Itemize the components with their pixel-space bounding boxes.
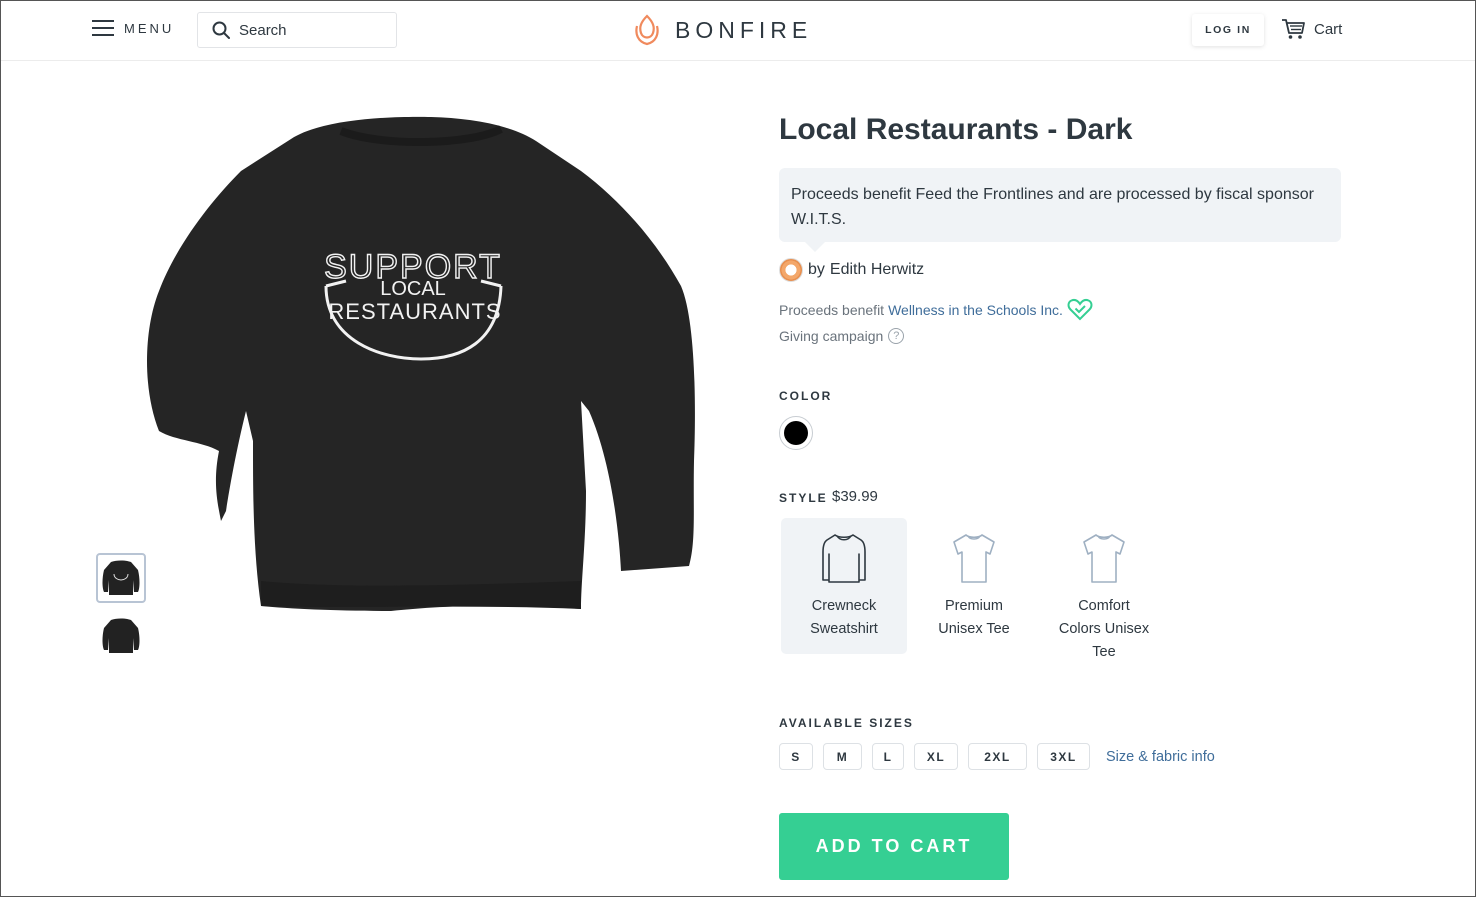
hamburger-icon [92,19,114,37]
style-name-crewneck: Crewneck Sweatshirt [810,598,878,637]
search-input[interactable] [239,21,379,39]
creator-avatar[interactable] [779,258,803,282]
search-box[interactable] [197,12,397,48]
help-icon[interactable]: ? [888,328,905,344]
style-option-premium-tee[interactable]: Premium Unisex Tee [911,518,1037,654]
product-image[interactable]: SUPPORT LOCAL RESTAURANTS [141,111,701,621]
color-swatch-black[interactable] [779,416,813,450]
login-button[interactable]: LOG IN [1192,14,1264,46]
flame-logo-icon [635,14,659,46]
color-label: COLOR [779,389,833,403]
tshirt-icon [1083,534,1125,583]
thumbnail-front[interactable] [96,553,146,603]
style-name-comfort-colors-tee: Comfort Colors Unisex Tee [1058,598,1150,660]
size-selector: S M L XL 2XL 3XL Size & fabric info [779,743,1215,770]
benefit-prefix: Proceeds benefit [779,302,885,318]
size-button-2xl[interactable]: 2XL [968,743,1027,770]
creator-name[interactable]: Edith Herwitz [830,261,924,279]
heart-check-icon [1067,298,1093,321]
size-button-xl[interactable]: XL [914,743,958,770]
style-name-premium-tee: Premium Unisex Tee [938,598,1010,637]
search-icon [212,21,230,39]
bonfire-logo[interactable]: BONFIRE [633,14,812,46]
cart-link[interactable]: Cart [1281,18,1342,40]
logo-text: BONFIRE [675,16,813,43]
graphic-text-local: LOCAL [380,278,446,300]
menu-button[interactable]: MENU [92,19,174,37]
benefit-org-link[interactable]: Wellness in the Schools Inc. [888,302,1063,318]
cart-label: Cart [1314,20,1343,38]
add-to-cart-button[interactable]: ADD TO CART [779,813,1009,880]
menu-label: MENU [124,20,175,36]
sweatshirt-back-thumbnail-icon [102,618,140,653]
size-fabric-info-link[interactable]: Size & fabric info [1106,749,1215,765]
creator-line: by Edith Herwitz [779,258,924,282]
product-description: Proceeds benefit Feed the Frontlines and… [779,168,1341,252]
giving-label: Giving campaign [779,328,884,344]
size-button-3xl[interactable]: 3XL [1037,743,1090,770]
style-option-crewneck[interactable]: Crewneck Sweatshirt [781,518,907,654]
thumbnail-back[interactable] [96,611,146,661]
style-label: STYLE [779,491,828,505]
giving-campaign: Giving campaign ? [779,328,905,344]
sweatshirt-icon [822,534,866,583]
style-price: $39.99 [832,488,878,505]
style-option-comfort-colors-tee[interactable]: Comfort Colors Unisex Tee [1041,518,1167,660]
sizes-label: AVAILABLE SIZES [779,716,914,730]
cart-icon [1282,19,1305,39]
site-header: MENU BONFIRE LOG IN Cart [1,1,1475,61]
sweatshirt-image: SUPPORT LOCAL RESTAURANTS [147,116,695,611]
size-button-l[interactable]: L [872,743,904,770]
size-button-m[interactable]: M [823,743,862,770]
size-button-s[interactable]: S [779,743,813,770]
by-prefix: by [808,261,825,278]
sweatshirt-thumbnail-icon [102,560,140,595]
product-title: Local Restaurants - Dark [779,113,1133,146]
benefit-line: Proceeds benefit Wellness in the Schools… [779,298,1093,322]
graphic-text-restaurants: RESTAURANTS [328,299,501,324]
tshirt-icon [953,534,995,583]
